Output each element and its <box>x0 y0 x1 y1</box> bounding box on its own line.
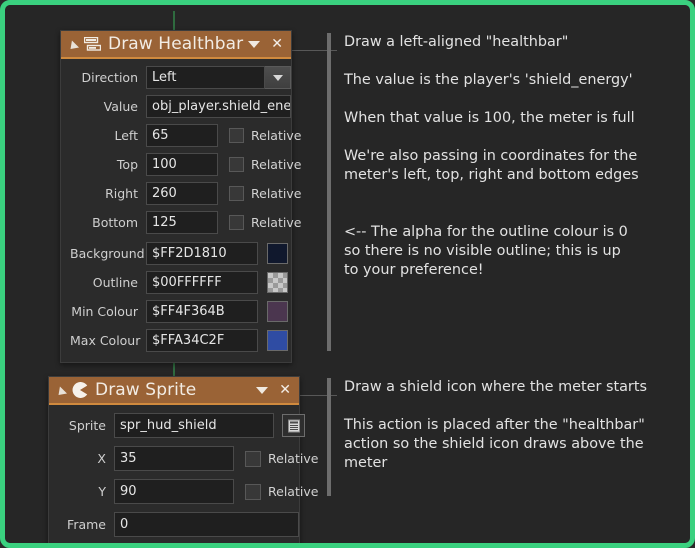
right-relative-checkbox[interactable] <box>229 186 244 201</box>
comment-line-2c: meter <box>344 455 388 471</box>
field-row-min-colour: Min Colour $FF4F364B <box>70 300 288 323</box>
y-relative-label: Relative <box>268 484 319 499</box>
comment-accent-bar <box>327 33 331 351</box>
comment-line-3: When that value is 100, the meter is ful… <box>344 110 635 126</box>
left-relative-label: Relative <box>251 128 302 143</box>
field-row-sprite: Sprite spr_hud_shield <box>58 413 305 438</box>
background-colour-swatch[interactable] <box>267 243 288 264</box>
left-input[interactable]: 65 <box>146 124 218 147</box>
node-header-draw-healthbar[interactable]: Draw Healthbar ✕ <box>61 31 291 59</box>
chevron-down-icon[interactable] <box>248 40 261 48</box>
bottom-input[interactable]: 125 <box>146 211 218 234</box>
comment-line-1: Draw a left-aligned "healthbar" <box>344 34 569 50</box>
healthbar-icon <box>84 37 101 51</box>
comment-sprite-text: Draw a shield icon where the meter start… <box>344 378 647 496</box>
field-row-x: X 35 Relative <box>58 446 318 471</box>
collapse-triangle-icon[interactable] <box>54 386 68 399</box>
x-relative-checkbox[interactable] <box>245 450 261 467</box>
y-input[interactable]: 90 <box>114 479 234 504</box>
direction-value[interactable]: Left <box>146 66 265 89</box>
comment-healthbar-text: Draw a left-aligned "healthbar" The valu… <box>344 33 639 351</box>
close-icon[interactable]: ✕ <box>271 37 283 51</box>
node-title: Draw Healthbar <box>108 34 244 54</box>
top-relative-label: Relative <box>251 157 302 172</box>
label-value: Value <box>103 99 138 114</box>
label-top: Top <box>116 157 138 172</box>
x-relative-label: Relative <box>268 451 319 466</box>
action-node-draw-healthbar[interactable]: Draw Healthbar ✕ Direction Left Value ob… <box>60 30 301 363</box>
sprite-pacman-icon <box>72 382 88 398</box>
max-colour-swatch[interactable] <box>267 330 288 351</box>
comment-line-2b: action so the shield icon draws above th… <box>344 436 644 452</box>
right-input[interactable]: 260 <box>146 182 218 205</box>
top-input[interactable]: 100 <box>146 153 218 176</box>
field-row-frame: Frame 0 <box>58 512 299 537</box>
field-row-max-colour: Max Colour $FFA34C2F <box>70 329 288 352</box>
label-x: X <box>97 451 106 466</box>
field-row-outline: Outline $00FFFFFF <box>70 271 288 294</box>
comment-line-4a: We're also passing in coordinates for th… <box>344 148 638 164</box>
min-colour-swatch[interactable] <box>267 301 288 322</box>
field-row-direction: Direction Left <box>70 66 291 89</box>
action-editor-canvas: Draw Healthbar ✕ Direction Left Value ob… <box>0 0 695 548</box>
x-input[interactable]: 35 <box>114 446 234 471</box>
comment-line-5a: <-- The alpha for the outline colour is … <box>344 224 628 240</box>
label-max-colour: Max Colour <box>70 333 141 348</box>
right-relative-label: Relative <box>251 186 302 201</box>
comment-line-5b: so there is no visible outline; this is … <box>344 243 621 259</box>
field-row-top: Top 100 Relative <box>70 153 301 176</box>
node-body-draw-sprite: Sprite spr_hud_shield X 35 Relative Y 90… <box>49 405 318 543</box>
node-title: Draw Sprite <box>95 380 197 400</box>
top-relative-checkbox[interactable] <box>229 157 244 172</box>
label-bottom: Bottom <box>92 215 138 230</box>
label-direction: Direction <box>81 70 138 85</box>
wire-top-stub <box>173 11 175 31</box>
comment-sprite: Draw a shield icon where the meter start… <box>327 378 647 496</box>
action-node-draw-sprite[interactable]: Draw Sprite ✕ Sprite spr_hud_shield X 35… <box>48 376 318 543</box>
value-input[interactable]: obj_player.shield_energy <box>146 95 291 118</box>
comment-line-1: Draw a shield icon where the meter start… <box>344 379 647 395</box>
left-relative-checkbox[interactable] <box>229 128 244 143</box>
label-background: Background <box>70 246 145 261</box>
label-y: Y <box>98 484 106 499</box>
label-outline: Outline <box>92 275 138 290</box>
background-input[interactable]: $FF2D1810 <box>146 242 258 265</box>
field-row-value: Value obj_player.shield_energy <box>70 95 291 118</box>
min-colour-input[interactable]: $FF4F364B <box>146 300 258 323</box>
field-row-background: Background $FF2D1810 <box>70 242 288 265</box>
field-row-bottom: Bottom 125 Relative <box>70 211 301 234</box>
close-icon[interactable]: ✕ <box>279 383 291 397</box>
sprite-picker-icon[interactable] <box>282 414 305 437</box>
chevron-down-icon[interactable] <box>256 386 269 394</box>
sprite-input[interactable]: spr_hud_shield <box>114 413 274 438</box>
frame-input[interactable]: 0 <box>114 512 299 537</box>
label-sprite: Sprite <box>68 418 106 433</box>
label-min-colour: Min Colour <box>71 304 138 319</box>
bottom-relative-checkbox[interactable] <box>229 215 244 230</box>
label-frame: Frame <box>67 517 106 532</box>
collapse-triangle-icon[interactable] <box>66 40 80 53</box>
field-row-right: Right 260 Relative <box>70 182 301 205</box>
comment-line-5c: to your preference! <box>344 262 484 278</box>
comment-line-4b: meter's left, top, right and bottom edge… <box>344 167 639 183</box>
node-body-draw-healthbar: Direction Left Value obj_player.shield_e… <box>61 59 301 362</box>
comment-line-2: The value is the player's 'shield_energy… <box>344 72 633 88</box>
node-header-draw-sprite[interactable]: Draw Sprite ✕ <box>49 377 299 405</box>
field-row-y: Y 90 Relative <box>58 479 318 504</box>
direction-dropdown[interactable]: Left <box>146 66 291 89</box>
dropdown-button[interactable] <box>265 66 291 89</box>
comment-healthbar: Draw a left-aligned "healthbar" The valu… <box>327 33 639 351</box>
outline-colour-swatch[interactable] <box>267 272 288 293</box>
comment-accent-bar <box>327 378 331 496</box>
wire-between-nodes <box>173 361 175 377</box>
outline-input[interactable]: $00FFFFFF <box>146 271 258 294</box>
bottom-relative-label: Relative <box>251 215 302 230</box>
label-left: Left <box>114 128 138 143</box>
max-colour-input[interactable]: $FFA34C2F <box>146 329 258 352</box>
y-relative-checkbox[interactable] <box>245 483 261 500</box>
dropdown-caret-icon <box>272 74 283 81</box>
comment-line-2a: This action is placed after the "healthb… <box>344 417 645 433</box>
label-right: Right <box>105 186 138 201</box>
field-row-left: Left 65 Relative <box>70 124 301 147</box>
